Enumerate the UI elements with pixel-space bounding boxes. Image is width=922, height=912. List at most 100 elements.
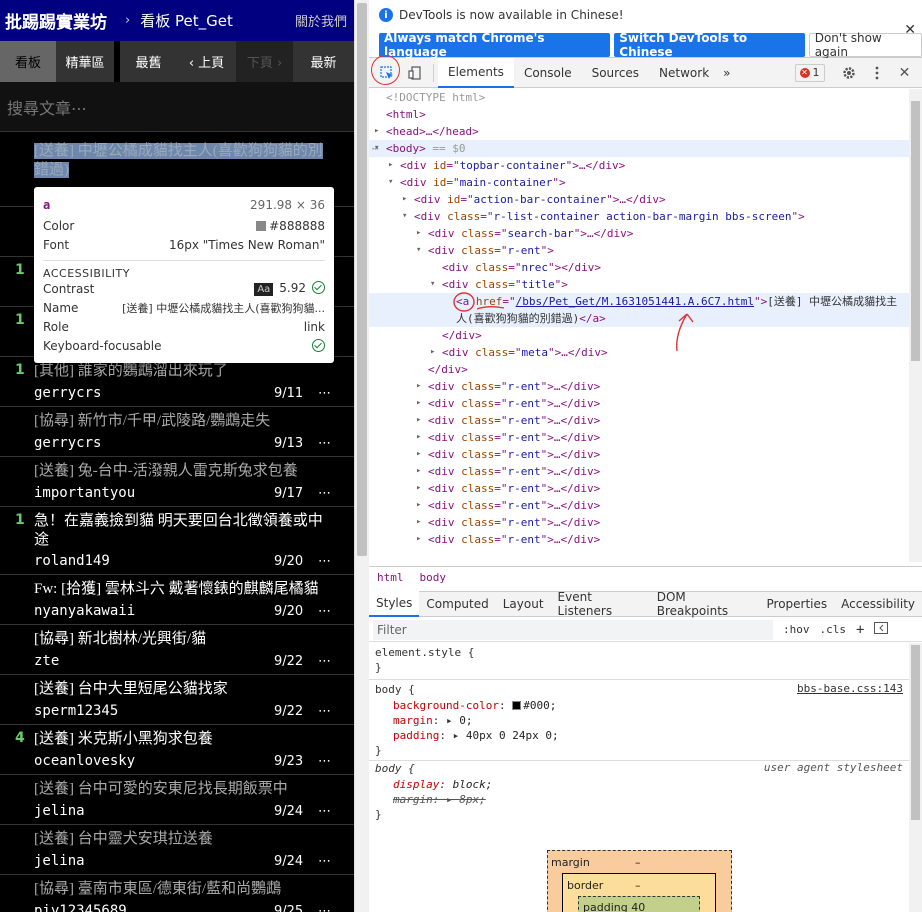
close-devtools-icon[interactable]: ✕ — [891, 58, 919, 88]
next-page-button[interactable]: 下頁 › — [236, 40, 294, 82]
prop-value: #000; — [523, 699, 557, 712]
crumb-html[interactable]: html — [369, 571, 412, 584]
list-item[interactable]: 4 [送養] 米克斯小黑狗求包養 oceanlovesky 9/23 ⋯ — [0, 725, 354, 775]
date: 9/24 — [274, 804, 304, 819]
article-title-link[interactable]: [其他] 誰家的鸚鵡溜出來玩了 — [34, 362, 330, 381]
hov-toggle[interactable]: :hov — [783, 623, 810, 636]
more-icon[interactable]: ⋯ — [318, 904, 331, 912]
tab-network[interactable]: Network — [649, 58, 719, 88]
article-title-link[interactable]: 急！在嘉義撿到貓 明天要回台北徵領養或中途 — [34, 512, 330, 550]
device-toolbar-icon[interactable] — [401, 58, 429, 88]
page-scrollbar[interactable] — [354, 0, 369, 912]
prop-value: 0; — [459, 714, 473, 727]
switch-chinese-button[interactable]: Switch DevTools to Chinese — [614, 31, 805, 59]
more-icon[interactable]: ⋯ — [318, 854, 331, 869]
tab-accessibility[interactable]: Accessibility — [834, 591, 922, 617]
breadcrumb: html body — [369, 566, 922, 588]
tooltip-name-label: Name — [43, 300, 79, 315]
list-item[interactable]: 1 急！在嘉義撿到貓 明天要回台北徵領養或中途 roland149 9/20 ⋯ — [0, 507, 354, 575]
about-link[interactable]: 關於我們 — [295, 11, 354, 30]
tab-console[interactable]: Console — [514, 58, 582, 88]
more-icon[interactable]: ⋯ — [318, 754, 331, 769]
more-icon[interactable]: ⋯ — [318, 704, 331, 719]
computed-sidebar-icon[interactable] — [874, 622, 889, 637]
tab-properties[interactable]: Properties — [760, 591, 835, 617]
list-item[interactable]: [送養] 台中大里短尾公貓找家 sperm12345 9/22 ⋯ — [0, 675, 354, 725]
dom-scrollbar-thumb[interactable] — [911, 101, 920, 361]
styles-scrollbar-thumb[interactable] — [911, 645, 920, 820]
filter-input[interactable]: Filter — [373, 619, 773, 640]
article-title-link[interactable]: [送養] 台中可愛的安東尼找長期飯票中 — [34, 780, 330, 799]
box-border-value[interactable]: – — [635, 879, 641, 892]
prev-page-button[interactable]: ‹ 上頁 — [178, 40, 236, 82]
tab-dom-breakpoints[interactable]: DOM Breakpoints — [650, 590, 760, 618]
article-title-link[interactable]: [送養] 台中大里短尾公貓找家 — [34, 680, 330, 699]
close-icon[interactable]: ✕ — [904, 22, 916, 38]
board-link[interactable]: 看板 Pet_Get — [140, 10, 233, 31]
list-item[interactable]: Fw: [拾獲] 雲林斗六 戴著懷錶的麒麟尾橘貓 nyanyakawaii 9/20… — [0, 575, 354, 625]
list-item[interactable]: [送養] 兔-台中-活潑親人雷克斯兔求包養 importantyou 9/17 ⋯ — [0, 457, 354, 507]
article-title-link[interactable]: [協尋] 新北樹林/光興街/貓 — [34, 630, 330, 649]
latest-button[interactable]: 最新 — [294, 40, 354, 82]
tab-styles[interactable]: Styles — [369, 591, 420, 617]
list-item[interactable]: [協尋] 新竹市/千甲/武陵路/鸚鵡走失 gerrycrs 9/13 ⋯ — [0, 407, 354, 457]
tab-elements[interactable]: Elements — [438, 57, 514, 88]
box-margin-value[interactable]: – — [635, 856, 641, 869]
article-title-link[interactable]: [送養] 台中靈犬安琪拉送養 — [34, 830, 330, 849]
color-swatch — [256, 220, 267, 231]
more-icon[interactable]: ⋯ — [318, 804, 331, 819]
style-decl[interactable]: background-color: #000; — [393, 698, 556, 713]
more-icon[interactable]: ⋯ — [318, 604, 331, 619]
tab-layout[interactable]: Layout — [496, 591, 551, 617]
source-link[interactable]: bbs-base.css:143 — [797, 682, 903, 695]
digest-button[interactable]: 精華區 — [57, 40, 114, 82]
error-badge[interactable]: ✕ 1 — [794, 63, 825, 82]
tab-event-listeners[interactable]: Event Listeners — [551, 590, 650, 618]
article-title-link[interactable]: [送養] 兔-台中-活潑親人雷克斯兔求包養 — [34, 462, 330, 481]
board-button[interactable]: 看板 — [0, 40, 57, 82]
list-item[interactable]: [協尋] 臺南市東區/德東街/藍和尚鸚鵡 piy12345689 9/25 ⋯ — [0, 875, 354, 912]
more-tabs-icon[interactable]: » — [719, 58, 734, 88]
style-decl[interactable]: margin: ▸ 0; — [393, 713, 473, 728]
style-decl[interactable]: padding: ▸ 40px 0 24px 0; — [393, 728, 559, 743]
article-title-link[interactable]: [協尋] 臺南市東區/德東街/藍和尚鸚鵡 — [34, 880, 330, 899]
article-title-link[interactable]: [送養] 米克斯小黑狗求包養 — [34, 730, 330, 749]
article-title-link[interactable]: [協尋] 新竹市/千甲/武陵路/鸚鵡走失 — [34, 412, 330, 431]
search-input[interactable]: 搜尋文章⋯ — [0, 82, 354, 132]
style-decl: display: block; — [393, 778, 493, 791]
match-language-button[interactable]: Always match Chrome's language — [379, 31, 611, 59]
list-item[interactable]: [送養] 台中可愛的安東尼找長期飯票中 jelina 9/24 ⋯ — [0, 775, 354, 825]
site-logo[interactable]: 批踢踢實業坊 — [0, 8, 107, 33]
date: 9/22 — [274, 654, 304, 669]
more-icon[interactable]: ⋯ — [318, 486, 331, 501]
more-icon[interactable]: ⋯ — [318, 554, 331, 569]
kebab-menu-icon[interactable] — [863, 58, 891, 88]
new-rule-icon[interactable]: + — [856, 622, 864, 638]
article-title-link[interactable]: Fw: [拾獲] 雲林斗六 戴著懷錶的麒麟尾橘貓 — [34, 580, 330, 599]
language-infobar: i DevTools is now available in Chinese! A… — [369, 0, 922, 59]
page-scrollbar-thumb[interactable] — [357, 3, 367, 556]
more-icon[interactable]: ⋯ — [318, 654, 331, 669]
element-style-selector[interactable]: element.style { — [375, 645, 474, 660]
tooltip-role-label: Role — [43, 319, 69, 334]
more-icon[interactable]: ⋯ — [318, 386, 331, 401]
crumb-body[interactable]: body — [412, 571, 455, 584]
styles-scrollbar[interactable] — [909, 643, 922, 912]
more-icon[interactable]: ⋯ — [318, 436, 331, 451]
cls-toggle[interactable]: .cls — [820, 623, 847, 636]
ptt-page: 批踢踢實業坊 › 看板 Pet_Get 關於我們 看板 精華區 最舊 ‹ 上頁 … — [0, 0, 354, 912]
oldest-button[interactable]: 最舊 — [120, 40, 178, 82]
gear-icon[interactable] — [835, 58, 863, 88]
tab-sources[interactable]: Sources — [582, 58, 649, 88]
body-selector[interactable]: body { — [375, 682, 415, 697]
dom-scrollbar[interactable] — [909, 89, 922, 562]
tooltip-role-value: link — [303, 319, 325, 334]
ua-stylesheet-label: user agent stylesheet — [763, 761, 903, 774]
list-item[interactable]: [協尋] 新北樹林/光興街/貓 zte 9/22 ⋯ — [0, 625, 354, 675]
prop-value: 40px 0 24px 0; — [465, 729, 559, 742]
list-item[interactable]: [送養] 台中靈犬安琪拉送養 jelina 9/24 ⋯ — [0, 825, 354, 875]
tab-computed[interactable]: Computed — [419, 591, 495, 617]
author: gerrycrs — [34, 385, 102, 401]
article-title-link[interactable]: [送養] 中壢公橘成貓找主人(喜歡狗狗貓的別錯過) — [34, 142, 330, 180]
list-item[interactable]: 1 [其他] 誰家的鸚鵡溜出來玩了 gerrycrs 9/11 ⋯ — [0, 357, 354, 407]
